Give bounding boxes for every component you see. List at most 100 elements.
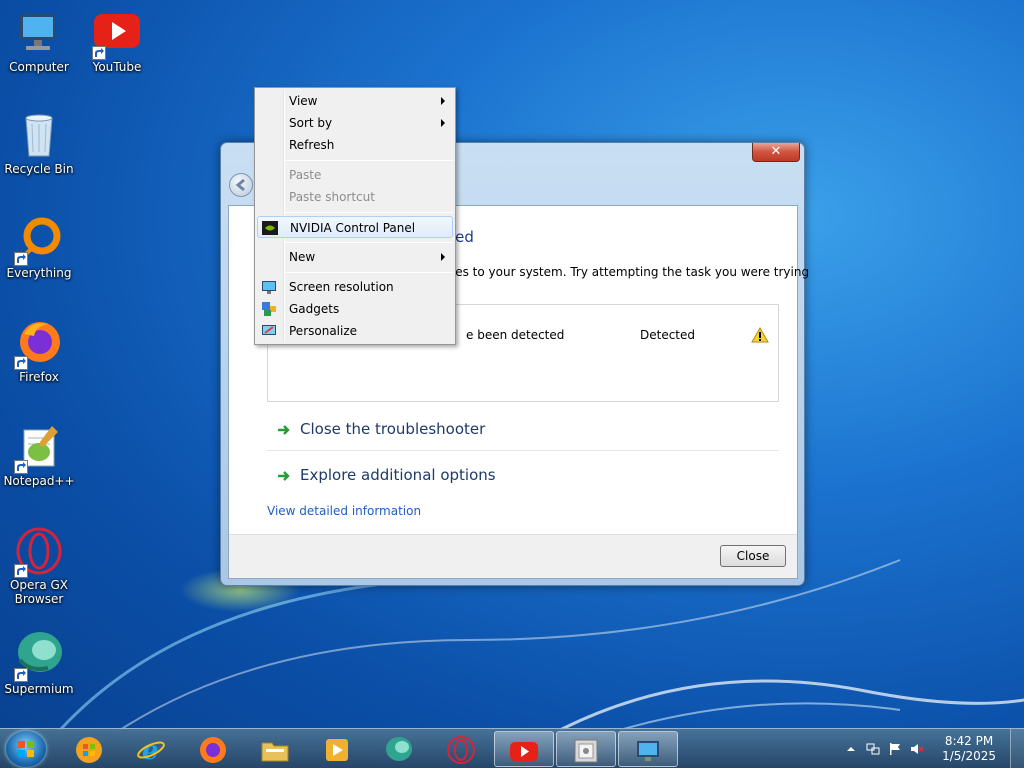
everything-icon — [14, 214, 64, 266]
menu-item-screen-resolution[interactable]: Screen resolution — [257, 276, 453, 298]
menu-item-gadgets[interactable]: Gadgets — [257, 298, 453, 320]
green-arrow-icon — [277, 423, 291, 440]
system-tray: 8:42 PM 1/5/2025 — [834, 729, 1024, 768]
clock-date: 1/5/2025 — [942, 749, 996, 763]
back-arrow-icon — [235, 178, 245, 192]
option-explore-additional[interactable]: Explore additional options — [267, 457, 779, 495]
taskbar-item-windows-media-player[interactable] — [60, 731, 116, 767]
file-explorer-icon — [261, 742, 289, 762]
issue-status: Detected — [640, 328, 696, 342]
desktop-icon-firefox[interactable]: Firefox — [0, 318, 78, 384]
computer-icon — [637, 741, 659, 761]
firefox-icon — [200, 737, 226, 763]
menu-item-label: Sort by — [289, 116, 333, 130]
desktop-icon-recycle-bin[interactable]: Recycle Bin — [0, 110, 78, 176]
menu-item-sort-by[interactable]: Sort by — [257, 112, 453, 134]
firefox-icon — [14, 318, 64, 370]
start-button[interactable] — [6, 731, 46, 767]
taskbar-item-firefox[interactable] — [184, 731, 240, 767]
shortcut-arrow-icon — [14, 252, 28, 266]
menu-item-label: Refresh — [289, 138, 335, 152]
taskbar-item-opera-gx[interactable] — [432, 731, 488, 767]
opera-gx-icon — [14, 526, 64, 578]
back-button[interactable] — [229, 173, 253, 197]
nvidia-icon — [262, 220, 278, 236]
clock[interactable]: 8:42 PM 1/5/2025 — [942, 734, 996, 764]
notepadpp-icon — [14, 422, 64, 474]
close-button[interactable]: Close — [720, 545, 786, 567]
option-close-troubleshooter[interactable]: Close the troubleshooter — [267, 411, 779, 449]
taskbar-item-internet-explorer[interactable]: e — [122, 731, 178, 767]
shortcut-arrow-icon — [14, 356, 28, 370]
shortcut-arrow-icon — [92, 46, 106, 60]
opera-gx-icon — [447, 736, 475, 764]
menu-item-new[interactable]: New — [257, 246, 453, 268]
desktop-icon-label: YouTube — [92, 60, 142, 74]
desktop-icon-label: Opera GX Browser — [9, 578, 69, 606]
personalize-icon — [261, 323, 277, 339]
menu-separator — [285, 212, 453, 213]
windows-logo-icon — [18, 741, 34, 757]
taskbar-item-media-player[interactable] — [308, 731, 364, 767]
menu-item-label: Paste — [289, 168, 322, 182]
recycle-bin-icon — [14, 110, 64, 160]
window-footer: Close — [229, 534, 797, 578]
desktop-icon-label: Notepad++ — [3, 474, 75, 488]
divider — [267, 450, 779, 451]
desktop-icon-label: Recycle Bin — [4, 162, 74, 176]
menu-item-paste[interactable]: Paste — [257, 164, 453, 186]
taskbar: e 8:42 PM 1/5/2025 — [0, 728, 1024, 768]
menu-item-label: View — [289, 94, 318, 108]
menu-item-nvidia-control-panel[interactable]: NVIDIA Control Panel — [257, 216, 453, 238]
screen-resolution-icon — [261, 279, 277, 295]
shortcut-arrow-icon — [14, 460, 28, 474]
show-desktop-button[interactable] — [1010, 729, 1024, 768]
desktop-icon-everything[interactable]: Everything — [0, 214, 78, 280]
taskbar-item-computer[interactable] — [618, 731, 678, 767]
action-center-flag-icon[interactable] — [888, 742, 902, 756]
windows-media-player-icon — [76, 737, 102, 763]
taskbar-item-troubleshooter[interactable] — [556, 731, 616, 767]
computer-icon — [14, 8, 64, 58]
taskbar-item-youtube[interactable] — [494, 731, 554, 767]
menu-item-paste-shortcut[interactable]: Paste shortcut — [257, 186, 453, 208]
window-close-button[interactable]: ✕ — [752, 143, 800, 162]
submenu-arrow-icon — [441, 119, 445, 127]
menu-item-personalize[interactable]: Personalize — [257, 320, 453, 342]
desktop-icon-label: Computer — [9, 60, 69, 74]
issue-text: e been detected — [466, 328, 565, 342]
supermium-icon — [14, 630, 64, 682]
show-hidden-icons-icon[interactable] — [844, 742, 858, 756]
desktop-icon-youtube[interactable]: YouTube — [78, 8, 156, 74]
menu-item-label: New — [289, 250, 316, 264]
troubleshooter-icon — [574, 739, 598, 763]
warning-icon — [751, 326, 769, 346]
menu-item-label: Screen resolution — [289, 280, 394, 294]
taskbar-item-supermium[interactable] — [370, 731, 426, 767]
volume-muted-icon[interactable] — [910, 742, 924, 756]
taskbar-item-file-explorer[interactable] — [246, 731, 302, 767]
gadgets-icon — [261, 301, 277, 317]
menu-item-label: Gadgets — [289, 302, 340, 316]
menu-item-label: NVIDIA Control Panel — [290, 221, 416, 235]
submenu-arrow-icon — [441, 253, 445, 261]
clock-time: 8:42 PM — [944, 734, 994, 748]
desktop-icon-supermium[interactable]: Supermium — [0, 630, 78, 696]
network-icon[interactable] — [866, 742, 880, 756]
desktop-icon-opera-gx[interactable]: Opera GX Browser — [0, 526, 78, 606]
desktop-icon-label: Everything — [6, 266, 72, 280]
option-label: Close the troubleshooter — [300, 420, 486, 438]
menu-item-view[interactable]: View — [257, 90, 453, 112]
menu-item-label: Paste shortcut — [289, 190, 375, 204]
submenu-arrow-icon — [441, 97, 445, 105]
menu-item-refresh[interactable]: Refresh — [257, 134, 453, 156]
youtube-icon — [92, 8, 142, 60]
desktop-icon-notepadpp[interactable]: Notepad++ — [0, 422, 78, 488]
media-player-icon — [326, 739, 348, 761]
view-detailed-information-link[interactable]: View detailed information — [267, 504, 421, 518]
desktop-icon-computer[interactable]: Computer — [0, 8, 78, 74]
svg-text:e: e — [142, 736, 159, 765]
menu-separator — [285, 272, 453, 273]
desktop-context-menu: View Sort by Refresh Paste Paste shortcu… — [254, 87, 456, 345]
menu-item-label: Personalize — [289, 324, 358, 338]
